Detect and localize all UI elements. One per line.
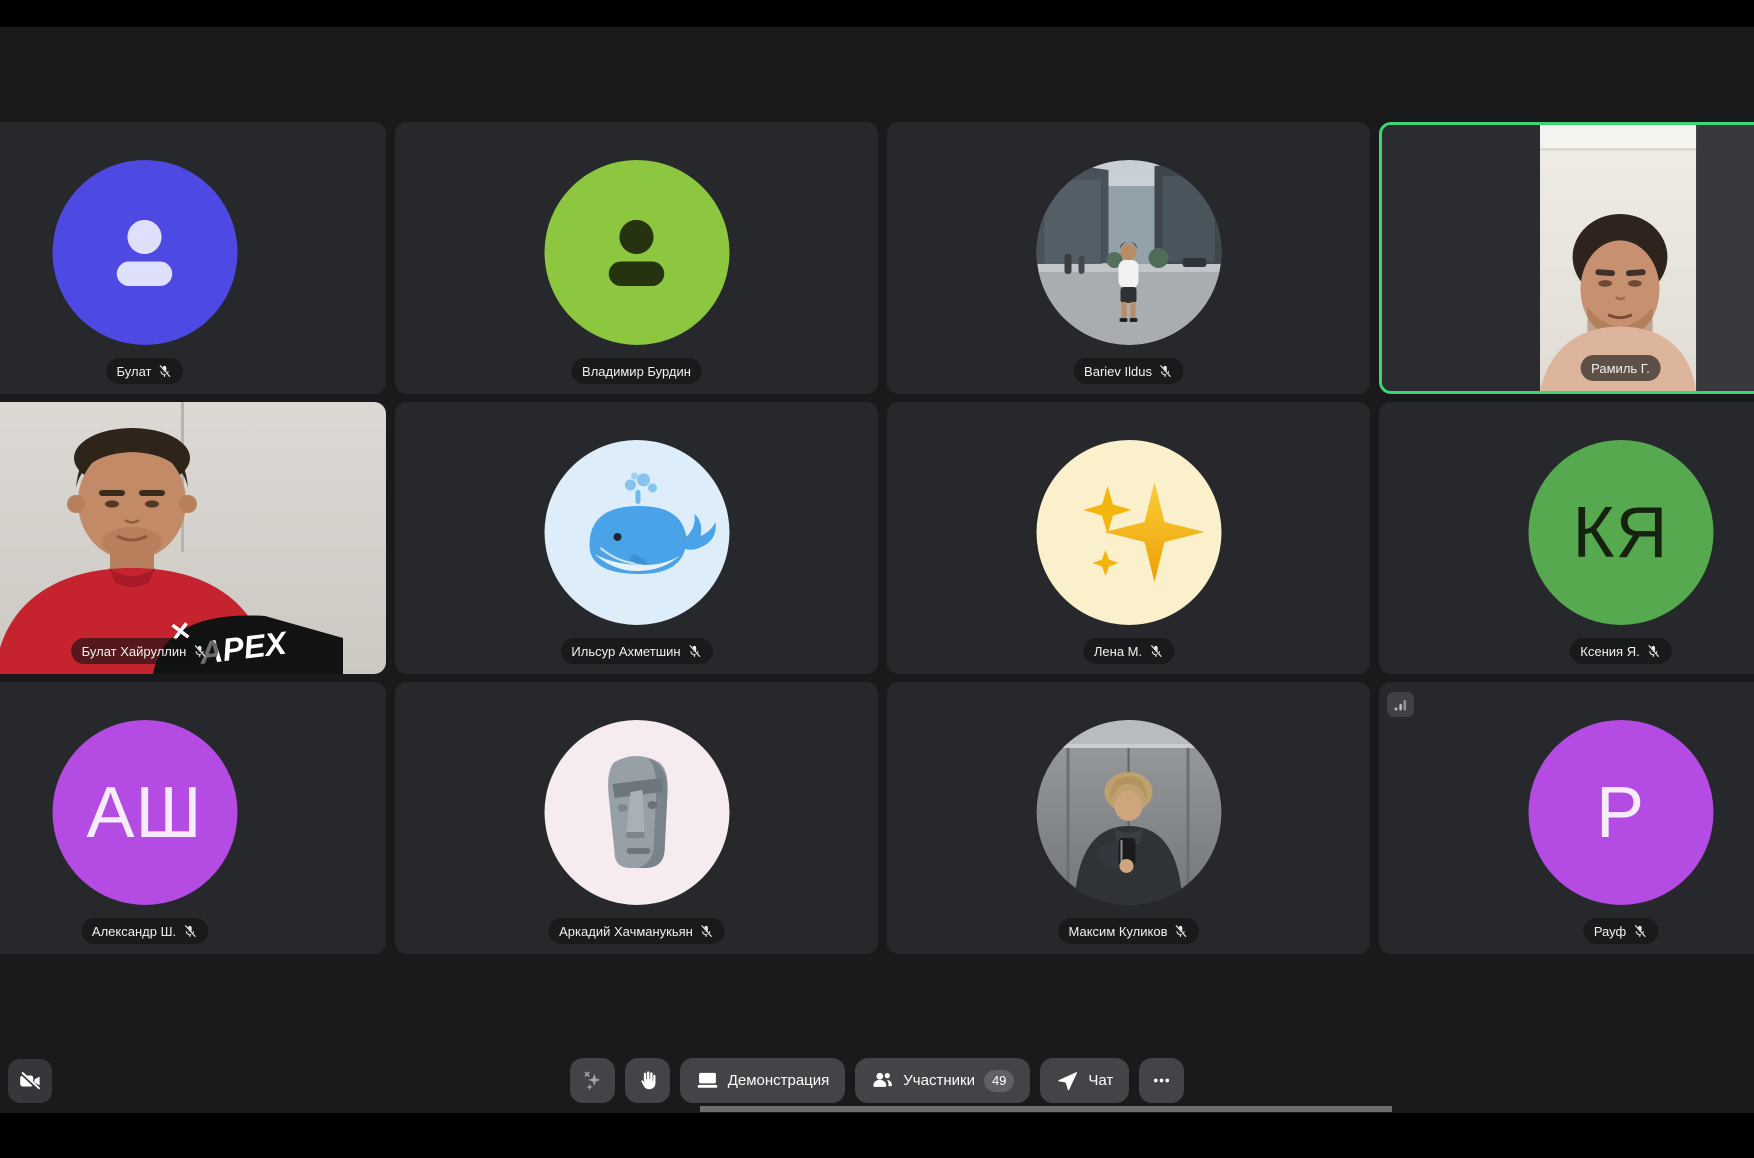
participant-tile-ramil[interactable]: Рамиль Г. [1379,122,1754,394]
video-feed: ✕ APEX [0,402,386,674]
participant-name-pill: Александр Ш. [81,918,208,944]
screen-share-button[interactable]: Демонстрация [680,1058,846,1103]
participant-name: Лена М. [1094,644,1142,659]
participant-name-pill: Рамиль Г. [1580,355,1661,381]
avatar-photo-elevator [1036,720,1221,905]
participants-count-badge: 49 [984,1070,1014,1092]
participant-name-pill: Владимир Бурдин [571,358,702,384]
screen-share-label: Демонстрация [728,1072,830,1089]
effects-button[interactable] [570,1058,615,1103]
participant-tile-bulat-khayrullin[interactable]: ✕ APEX Булат Хайруллин [0,402,386,674]
participant-name-pill: Максим Куликов [1058,918,1200,944]
poor-connection-badge [1387,692,1414,717]
avatar-initials: АШ [52,720,237,905]
mic-off-icon [1646,644,1661,659]
signal-bars-icon [1393,697,1408,712]
avatar-photo-street [1036,160,1221,345]
participant-name: Рауф [1594,924,1626,939]
participants-label: Участники [903,1072,975,1089]
participant-name: Bariev Ildus [1084,364,1152,379]
participant-tile-ksenia[interactable]: КЯ Ксения Я. [1379,402,1754,674]
avatar-whale [544,440,729,625]
raise-hand-button[interactable] [625,1058,670,1103]
mic-off-icon [687,644,702,659]
taskbar-edge [700,1106,1392,1112]
moai-emoji-icon [544,720,729,905]
participant-name-pill: Аркадий Хачманукьян [548,918,725,944]
chat-label: Чат [1088,1072,1113,1089]
person-icon [589,204,685,300]
street-photo [1036,160,1221,345]
participant-tile-rauf[interactable]: Р Рауф [1379,682,1754,954]
mic-off-icon [192,644,207,659]
mic-off-icon [182,924,197,939]
avatar-initials-text: КЯ [1573,496,1669,568]
chat-button[interactable]: Чат [1040,1058,1129,1103]
participant-tile-vladimir[interactable]: Владимир Бурдин [395,122,878,394]
participant-name-pill: Bariev Ildus [1073,358,1184,384]
participant-name: Владимир Бурдин [582,364,691,379]
participant-name: Булат Хайруллин [82,644,187,659]
participant-tile-alexandr[interactable]: АШ Александр Ш. [0,682,386,954]
avatar [544,160,729,345]
mic-off-icon [157,364,172,379]
paper-plane-icon [1056,1069,1079,1092]
people-icon [871,1069,894,1092]
participant-name-pill: Ксения Я. [1569,638,1671,664]
participant-name: Александр Ш. [92,924,176,939]
mic-off-icon [1173,924,1188,939]
participant-name: Ильсур Ахметшин [571,644,680,659]
elevator-photo [1036,720,1221,905]
participants-grid: Булат Владимир Бурдин [0,122,1754,954]
participant-tile-bariev[interactable]: Bariev Ildus [887,122,1370,394]
participant-name-pill: Булат [106,358,184,384]
meeting-stage: Булат Владимир Бурдин [0,27,1754,1113]
person-icon [97,204,193,300]
participant-name-pill: Булат Хайруллин [71,638,219,664]
avatar-initials: КЯ [1528,440,1713,625]
participant-tile-ilsur[interactable]: Ильсур Ахметшин [395,402,878,674]
participant-tile-lena[interactable]: Лена М. [887,402,1370,674]
ellipsis-icon [1150,1069,1173,1092]
avatar-initials: Р [1528,720,1713,905]
participant-name: Рамиль Г. [1591,361,1650,376]
toolbar: Демонстрация Участники 49 Чат [0,1058,1754,1103]
participant-name-pill: Рауф [1583,918,1658,944]
whale-emoji-icon [544,440,729,625]
avatar-initials-text: Р [1596,776,1645,848]
avatar-sparkles [1036,440,1221,625]
participant-tile-maksim[interactable]: Максим Куликов [887,682,1370,954]
mic-off-icon [1148,644,1163,659]
video-feed [1382,125,1754,391]
participant-name-pill: Ильсур Ахметшин [560,638,712,664]
participant-name: Максим Куликов [1069,924,1168,939]
participants-button[interactable]: Участники 49 [855,1058,1030,1103]
raise-hand-icon [636,1069,659,1092]
participant-name: Ксения Я. [1580,644,1639,659]
more-button[interactable] [1139,1058,1184,1103]
screen-share-icon [696,1069,719,1092]
avatar-initials-text: АШ [86,776,202,848]
participant-name-pill: Лена М. [1083,638,1174,664]
participant-name: Булат [117,364,152,379]
mic-off-icon [1632,924,1647,939]
mic-off-icon [699,924,714,939]
mic-off-icon [1158,364,1173,379]
avatar-moai [544,720,729,905]
sparkles-emoji-icon [1036,440,1221,625]
participant-tile-bulat[interactable]: Булат [0,122,386,394]
participant-tile-arkadiy[interactable]: Аркадий Хачманукьян [395,682,878,954]
participant-name: Аркадий Хачманукьян [559,924,693,939]
avatar [52,160,237,345]
sparkles-dismiss-icon [581,1069,604,1092]
